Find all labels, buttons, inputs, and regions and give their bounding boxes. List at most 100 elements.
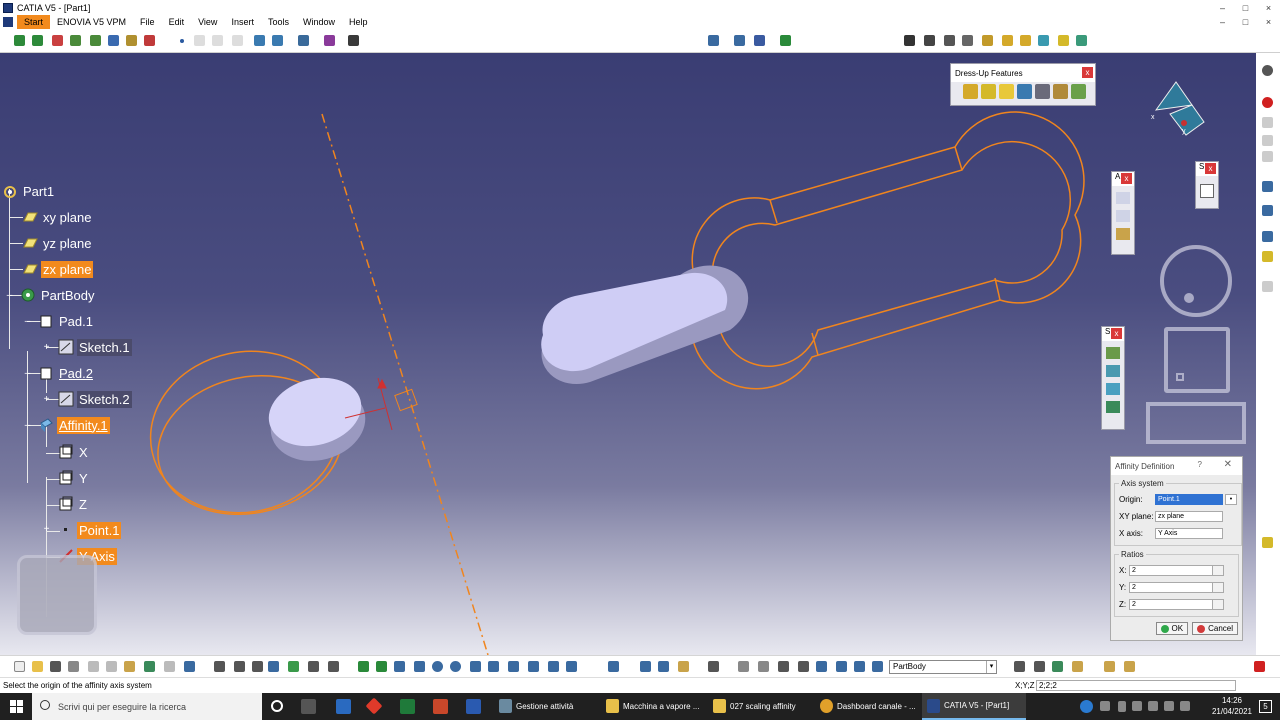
grid-icon[interactable] bbox=[752, 33, 767, 48]
taskbar-app-folder-2[interactable]: 027 scaling affinity bbox=[708, 693, 812, 720]
cancel-button[interactable]: Cancel bbox=[1192, 622, 1238, 635]
surface-tool-icon[interactable] bbox=[1260, 535, 1275, 550]
wifi-icon[interactable] bbox=[1164, 701, 1174, 711]
chamfer-icon[interactable] bbox=[981, 84, 996, 99]
text-tool-icon[interactable] bbox=[1116, 192, 1130, 204]
menu-tools[interactable]: Tools bbox=[261, 15, 296, 29]
expand-point-icon[interactable]: + bbox=[42, 525, 51, 535]
collapse-pad1-icon[interactable]: – bbox=[23, 317, 32, 327]
menu-file[interactable]: File bbox=[133, 15, 162, 29]
pad-tool-icon[interactable] bbox=[902, 33, 917, 48]
doc-close-button[interactable]: × bbox=[1257, 15, 1280, 29]
origin-create-button[interactable]: • bbox=[1225, 494, 1237, 505]
swap-icon[interactable] bbox=[564, 659, 579, 674]
tree-node-part1[interactable]: Part1 bbox=[2, 182, 56, 200]
paste-icon[interactable] bbox=[122, 659, 137, 674]
collapse-pad2-icon[interactable]: – bbox=[23, 369, 32, 379]
tool-k-icon[interactable] bbox=[796, 659, 811, 674]
normal-view-icon[interactable] bbox=[88, 33, 103, 48]
tool-g-icon[interactable] bbox=[676, 659, 691, 674]
save-icon[interactable] bbox=[48, 659, 63, 674]
multi-view-icon[interactable] bbox=[486, 659, 501, 674]
powerpoint-icon[interactable] bbox=[433, 699, 448, 714]
tool-t-icon[interactable] bbox=[1102, 659, 1117, 674]
split-icon[interactable] bbox=[1106, 347, 1120, 359]
hide-icon[interactable] bbox=[546, 659, 561, 674]
taskbar-app-chrome[interactable]: Dashboard canale - ... bbox=[815, 693, 919, 720]
x-axis-field[interactable]: Y Axis bbox=[1155, 528, 1223, 539]
tool-o-icon[interactable] bbox=[870, 659, 885, 674]
undo-icon[interactable] bbox=[142, 659, 157, 674]
collapse-partbody-icon[interactable]: – bbox=[5, 291, 14, 301]
tree-node-zx-plane[interactable]: zx plane bbox=[22, 260, 94, 278]
rotate-icon[interactable] bbox=[50, 33, 65, 48]
compass-tool-icon[interactable] bbox=[346, 33, 361, 48]
expand-sketch2-icon[interactable]: + bbox=[42, 395, 51, 405]
tool-h-icon[interactable] bbox=[706, 659, 721, 674]
tree-node-pad2[interactable]: Pad.2 bbox=[38, 364, 95, 382]
sew-surface-icon[interactable] bbox=[1106, 401, 1120, 413]
redo-icon[interactable] bbox=[210, 33, 225, 48]
people-icon[interactable] bbox=[1100, 701, 1110, 711]
tool-s-icon[interactable] bbox=[1070, 659, 1085, 674]
fly-icon[interactable] bbox=[356, 659, 371, 674]
hole-tool-icon[interactable] bbox=[960, 33, 975, 48]
line-tool-icon[interactable] bbox=[1260, 229, 1275, 244]
tool-j-icon[interactable] bbox=[756, 659, 771, 674]
zoom-view-widget[interactable] bbox=[1164, 327, 1230, 393]
comment-icon[interactable] bbox=[232, 659, 247, 674]
menu-window[interactable]: Window bbox=[296, 15, 342, 29]
excel-icon[interactable] bbox=[400, 699, 415, 714]
flag-note-icon[interactable] bbox=[1116, 210, 1130, 222]
tool-q-icon[interactable] bbox=[1032, 659, 1047, 674]
shaft-tool-icon[interactable] bbox=[942, 33, 957, 48]
menu-edit[interactable]: Edit bbox=[162, 15, 192, 29]
tree-node-sketch1[interactable]: Sketch.1 bbox=[58, 338, 132, 356]
xy-plane-field[interactable]: zx plane bbox=[1155, 511, 1223, 522]
shell-tool-icon[interactable] bbox=[1056, 33, 1071, 48]
wire-tool-icon[interactable] bbox=[1260, 203, 1275, 218]
usb-icon[interactable] bbox=[1118, 701, 1126, 712]
tool-a-icon[interactable] bbox=[1260, 115, 1275, 130]
tree-node-yz-plane[interactable]: yz plane bbox=[22, 234, 93, 252]
thickness-icon[interactable] bbox=[1035, 84, 1050, 99]
thick-surface-icon[interactable] bbox=[1106, 365, 1120, 377]
shading-icon[interactable] bbox=[526, 659, 541, 674]
formula-icon[interactable] bbox=[212, 659, 227, 674]
zoom-in-icon[interactable] bbox=[68, 33, 83, 48]
annotation-3d-icon[interactable] bbox=[1116, 228, 1130, 240]
close-button[interactable]: × bbox=[1257, 0, 1280, 15]
redo-icon[interactable] bbox=[162, 659, 177, 674]
taskbar-search[interactable]: Scrivi qui per eseguire la ricerca bbox=[32, 693, 262, 720]
measure-icon[interactable] bbox=[106, 33, 121, 48]
zoom-fit-icon[interactable] bbox=[270, 33, 285, 48]
measure-icon[interactable] bbox=[776, 659, 791, 674]
battery-icon[interactable] bbox=[1148, 701, 1158, 711]
axis-icon[interactable] bbox=[706, 33, 721, 48]
new-file-icon[interactable] bbox=[12, 659, 27, 674]
catalog-icon[interactable] bbox=[250, 659, 265, 674]
ratio-z-spinner[interactable]: 2 bbox=[1129, 599, 1224, 610]
undo-icon[interactable] bbox=[192, 33, 207, 48]
tree-node-affinity[interactable]: Affinity.1 bbox=[38, 416, 110, 434]
remove-face-icon[interactable] bbox=[1071, 84, 1086, 99]
no-entry-icon[interactable] bbox=[1260, 95, 1275, 110]
boolean-icon[interactable] bbox=[306, 659, 321, 674]
fly-mode-icon[interactable] bbox=[12, 33, 27, 48]
compass-icon[interactable]: x y bbox=[1148, 77, 1208, 137]
fillet-tool-icon[interactable] bbox=[1000, 33, 1015, 48]
update-icon[interactable] bbox=[606, 659, 621, 674]
mail-icon[interactable] bbox=[336, 699, 351, 714]
sketcher-toolbar-close[interactable]: x bbox=[1205, 163, 1216, 174]
tree-node-sketch2[interactable]: Sketch.2 bbox=[58, 390, 132, 408]
maximize-button[interactable]: □ bbox=[1234, 0, 1257, 15]
tool-u-icon[interactable] bbox=[1122, 659, 1137, 674]
volume-icon[interactable] bbox=[1180, 701, 1190, 711]
apply-material-icon[interactable] bbox=[142, 33, 157, 48]
notifications-icon[interactable]: 5 bbox=[1259, 700, 1272, 713]
close-surface-icon[interactable] bbox=[1106, 383, 1120, 395]
tree-node-pad1[interactable]: Pad.1 bbox=[38, 312, 95, 330]
fit-all-icon[interactable] bbox=[374, 659, 389, 674]
rib-tool-icon[interactable] bbox=[980, 33, 995, 48]
doc-minimize-button[interactable]: – bbox=[1211, 15, 1234, 29]
